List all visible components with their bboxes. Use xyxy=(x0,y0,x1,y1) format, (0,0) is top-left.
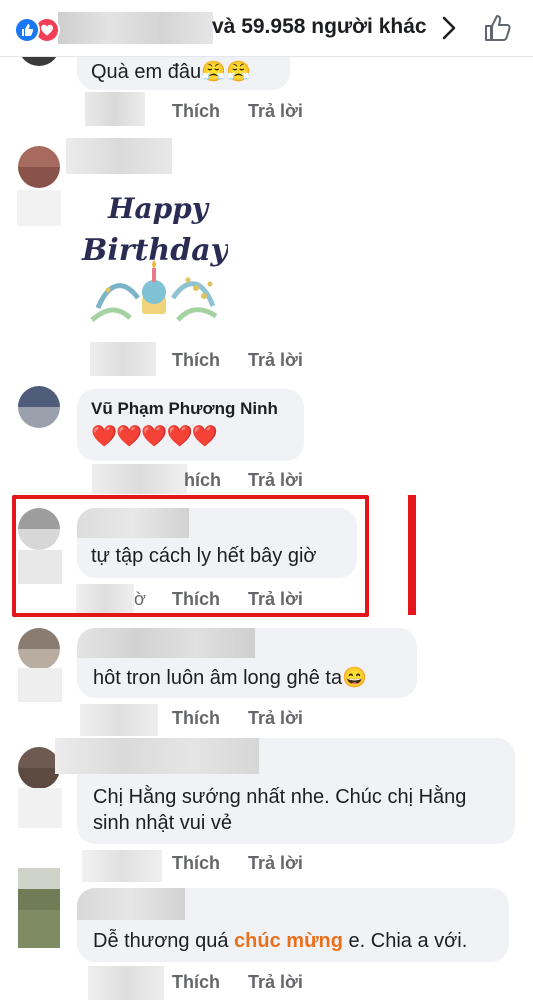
reply-action[interactable]: Trả lời xyxy=(248,101,303,122)
blurred-timestamp xyxy=(85,92,145,126)
blurred-author-name xyxy=(77,628,255,658)
comment-text-part: Dễ thương quá xyxy=(93,930,235,952)
reply-action[interactable]: Trả lời xyxy=(248,853,303,874)
reply-action[interactable]: Trả lời xyxy=(248,470,303,491)
like-action[interactable]: Thích xyxy=(172,972,220,993)
like-reaction-icon xyxy=(14,17,40,43)
reactions-header[interactable]: và 59.958 người khác xyxy=(0,0,533,57)
like-action[interactable]: Thích xyxy=(172,101,220,122)
reply-action[interactable]: Trả lời xyxy=(248,972,303,993)
thumbs-up-icon[interactable] xyxy=(483,13,513,43)
blurred-avatar-edge xyxy=(18,910,60,948)
chevron-right-icon[interactable] xyxy=(440,15,458,41)
comment-text-line2: sinh nhật vui vẻ xyxy=(93,812,232,834)
blurred-author-name xyxy=(55,738,259,774)
blurred-name xyxy=(58,12,213,44)
like-action[interactable]: Thích xyxy=(172,708,220,729)
comment-text-part: e. Chia a với. xyxy=(342,930,468,952)
blurred-avatar-edge xyxy=(17,190,61,226)
reactions-count-text[interactable]: và 59.958 người khác xyxy=(212,15,427,39)
comment-bubble[interactable]: Chị Hằng sướng nhất nhe. Chúc chị Hằng s… xyxy=(55,738,515,844)
blurred-timestamp xyxy=(92,464,187,494)
like-action-fragment[interactable]: hích xyxy=(184,470,221,491)
blurred-author-name xyxy=(77,888,185,920)
avatar[interactable] xyxy=(18,747,60,789)
blurred-timestamp xyxy=(88,966,164,1000)
blurred-author-name xyxy=(66,138,172,174)
reply-action[interactable]: Trả lời xyxy=(248,708,303,729)
comment-text-line1: Chị Hằng sướng nhất nhe. Chúc chị Hằng xyxy=(93,786,467,808)
comment-text: Quà em đâu😤😤 xyxy=(91,61,251,83)
comment-bubble[interactable]: Dễ thương quá chúc mừng e. Chia a với. xyxy=(77,888,509,962)
blurred-avatar-edge xyxy=(18,668,62,702)
comment-author[interactable]: Vũ Phạm Phương Ninh xyxy=(91,399,278,419)
like-action[interactable]: Thích xyxy=(172,853,220,874)
like-action[interactable]: Thích xyxy=(172,350,220,371)
blurred-timestamp xyxy=(80,704,158,736)
blurred-timestamp xyxy=(90,342,156,376)
mention-link[interactable]: chúc mừng xyxy=(234,930,343,952)
blurred-avatar-edge xyxy=(18,788,62,828)
comment-text: ❤️❤️❤️❤️❤️ xyxy=(91,425,218,448)
avatar[interactable] xyxy=(18,868,60,910)
highlight-annotation xyxy=(12,495,369,617)
blurred-timestamp xyxy=(82,850,162,882)
comment-bubble[interactable]: Quà em đâu😤😤 xyxy=(77,56,290,90)
reply-action[interactable]: Trả lời xyxy=(248,350,303,371)
avatar[interactable] xyxy=(18,146,60,188)
highlight-frame xyxy=(408,495,416,615)
comment-bubble[interactable]: hôt tron luôn âm long ghê ta😄 xyxy=(77,628,417,698)
birthday-sticker[interactable]: Happy Birthday xyxy=(78,188,231,338)
comment-text: Dễ thương quá chúc mừng e. Chia a với. xyxy=(93,930,467,953)
sticker-happy-text: Happy xyxy=(107,192,210,225)
avatar[interactable] xyxy=(18,386,60,428)
comment-bubble[interactable]: Vũ Phạm Phương Ninh ❤️❤️❤️❤️❤️ xyxy=(77,389,304,461)
comment-text: hôt tron luôn âm long ghê ta😄 xyxy=(93,667,367,689)
avatar[interactable] xyxy=(18,628,60,670)
